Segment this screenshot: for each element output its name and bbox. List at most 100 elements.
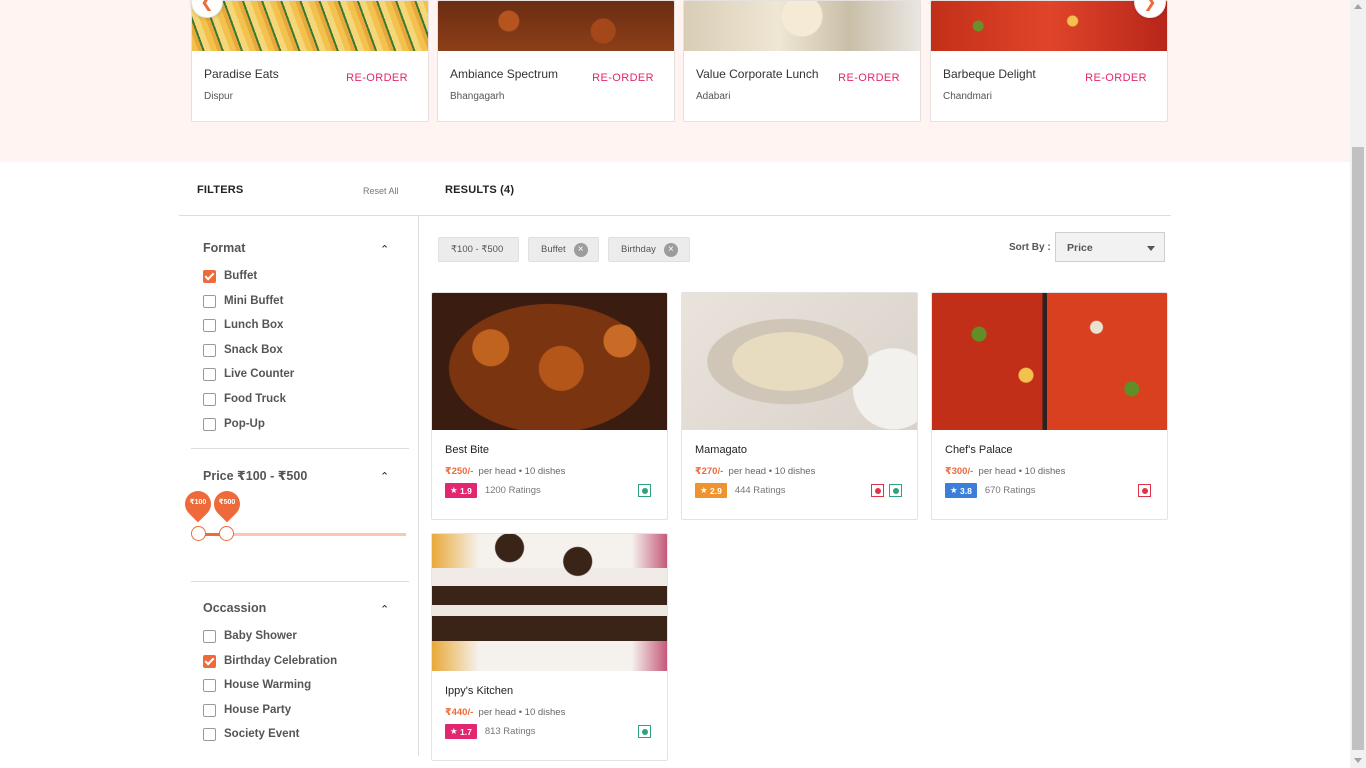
food-image [932,293,1167,430]
occasion-option-house-party[interactable]: House Party [203,702,291,718]
restaurant-location: Adabari [696,91,731,102]
rating-info: ★ 1.9 1200 Ratings [445,483,541,498]
restaurant-location: Dispur [204,91,233,102]
chevron-right-icon: ❯ [1143,0,1157,11]
reorder-button[interactable]: RE-ORDER [1085,72,1147,84]
price-info: ₹250/- per head • 10 dishes [445,466,566,477]
results-title: RESULTS (4) [445,184,515,196]
scrollbar-thumb[interactable] [1352,147,1364,750]
rating-badge: ★ 3.8 [945,483,977,498]
checkbox[interactable] [203,294,216,308]
non-veg-icon [871,484,884,497]
reset-all-link[interactable]: Reset All [363,186,399,196]
reorder-card[interactable]: Value Corporate Lunch Adabari RE-ORDER [683,0,921,122]
non-veg-icon [1138,484,1151,497]
price-info: ₹300/- per head • 10 dishes [945,466,1066,477]
divider [418,216,419,756]
checkbox[interactable] [203,703,216,717]
occasion-option-baby-shower[interactable]: Baby Shower [203,628,297,644]
reorder-button[interactable]: RE-ORDER [346,72,408,84]
format-option-food-truck[interactable]: Food Truck [203,391,286,407]
format-option-buffet[interactable]: Buffet [203,268,257,284]
format-filter-title[interactable]: Format [203,241,245,255]
restaurant-location: Bhangagarh [450,91,505,102]
price-info: ₹270/- per head • 10 dishes [695,466,816,477]
occasion-option-house-warming[interactable]: House Warming [203,677,311,693]
filter-chip-birthday[interactable]: Birthday × [608,237,690,262]
checkbox[interactable] [203,727,216,741]
rating-badge: ★ 2.9 [695,483,727,498]
filter-chip-price[interactable]: ₹100 - ₹500 [438,237,519,262]
result-card[interactable]: Chef's Palace ₹300/- per head • 10 dishe… [931,292,1168,520]
checkbox[interactable] [203,654,216,668]
result-card[interactable]: Best Bite ₹250/- per head • 10 dishes ★ … [431,292,668,520]
result-card[interactable]: Ippy's Kitchen ₹440/- per head • 10 dish… [431,533,668,761]
sort-select[interactable]: Price [1055,232,1165,262]
checkbox[interactable] [203,367,216,381]
price-max-label: ₹500 [218,499,236,506]
reorder-button[interactable]: RE-ORDER [838,72,900,84]
food-image [438,1,674,51]
rating-info: ★ 1.7 813 Ratings [445,724,536,739]
price-slider-min-handle[interactable] [191,526,206,541]
format-option-pop-up[interactable]: Pop-Up [203,416,265,432]
restaurant-name: Ambiance Spectrum [450,67,559,81]
reorder-button[interactable]: RE-ORDER [592,72,654,84]
rating-info: ★ 2.9 444 Ratings [695,483,786,498]
sort-label: Sort By : [1009,242,1051,253]
occasion-filter-title[interactable]: Occassion [203,601,266,615]
checkbox[interactable] [203,392,216,406]
scroll-down-icon[interactable] [1354,758,1362,763]
checkbox[interactable] [203,269,216,283]
format-option-snack-box[interactable]: Snack Box [203,342,283,358]
divider [179,215,1171,216]
occasion-option-society-event[interactable]: Society Event [203,726,299,742]
format-option-lunch-box[interactable]: Lunch Box [203,317,283,333]
close-icon[interactable]: × [663,242,678,257]
restaurant-name: Ippy's Kitchen [445,685,514,697]
restaurant-name: Value Corporate Lunch [696,67,819,81]
rating-badge: ★ 1.7 [445,724,477,739]
format-option-mini-buffet[interactable]: Mini Buffet [203,293,283,309]
caret-down-icon [1147,246,1155,251]
food-image [682,293,917,430]
result-card[interactable]: Mamagato ₹270/- per head • 10 dishes ★ 2… [681,292,918,520]
rating-badge: ★ 1.9 [445,483,477,498]
restaurant-name: Best Bite [445,444,490,456]
veg-icon [889,484,902,497]
price-filter-title[interactable]: Price ₹100 - ₹500 [203,468,307,483]
checkbox[interactable] [203,417,216,431]
chevron-up-icon[interactable]: ⌃ [380,470,389,483]
food-image [432,293,667,430]
checkbox[interactable] [203,678,216,692]
divider [191,448,409,449]
reorder-card[interactable]: Ambiance Spectrum Bhangagarh RE-ORDER [437,0,675,122]
filter-chip-buffet[interactable]: Buffet × [528,237,599,262]
close-icon[interactable]: × [573,242,588,257]
rating-info: ★ 3.8 670 Ratings [945,483,1036,498]
chevron-up-icon[interactable]: ⌃ [380,243,389,256]
food-image [684,1,920,51]
food-image [192,1,428,51]
food-image [432,534,667,671]
reorder-card[interactable]: Barbeque Delight Chandmari RE-ORDER [930,0,1168,122]
price-min-label: ₹100 [189,499,207,506]
format-option-live-counter[interactable]: Live Counter [203,366,294,382]
chevron-up-icon[interactable]: ⌃ [380,603,389,616]
scroll-up-icon[interactable] [1354,4,1362,9]
reorder-card[interactable]: Paradise Eats Dispur RE-ORDER [191,0,429,122]
veg-icon [638,484,651,497]
checkbox[interactable] [203,343,216,357]
checkbox[interactable] [203,629,216,643]
restaurant-name: Mamagato [695,444,747,456]
food-image [931,1,1167,51]
divider [191,581,409,582]
chevron-left-icon: ❮ [200,0,214,11]
restaurant-location: Chandmari [943,91,992,102]
restaurant-name: Paradise Eats [204,67,279,81]
occasion-option-birthday[interactable]: Birthday Celebration [203,653,337,669]
price-slider-max-handle[interactable] [219,526,234,541]
restaurant-name: Barbeque Delight [943,67,1036,81]
veg-icon [638,725,651,738]
checkbox[interactable] [203,318,216,332]
